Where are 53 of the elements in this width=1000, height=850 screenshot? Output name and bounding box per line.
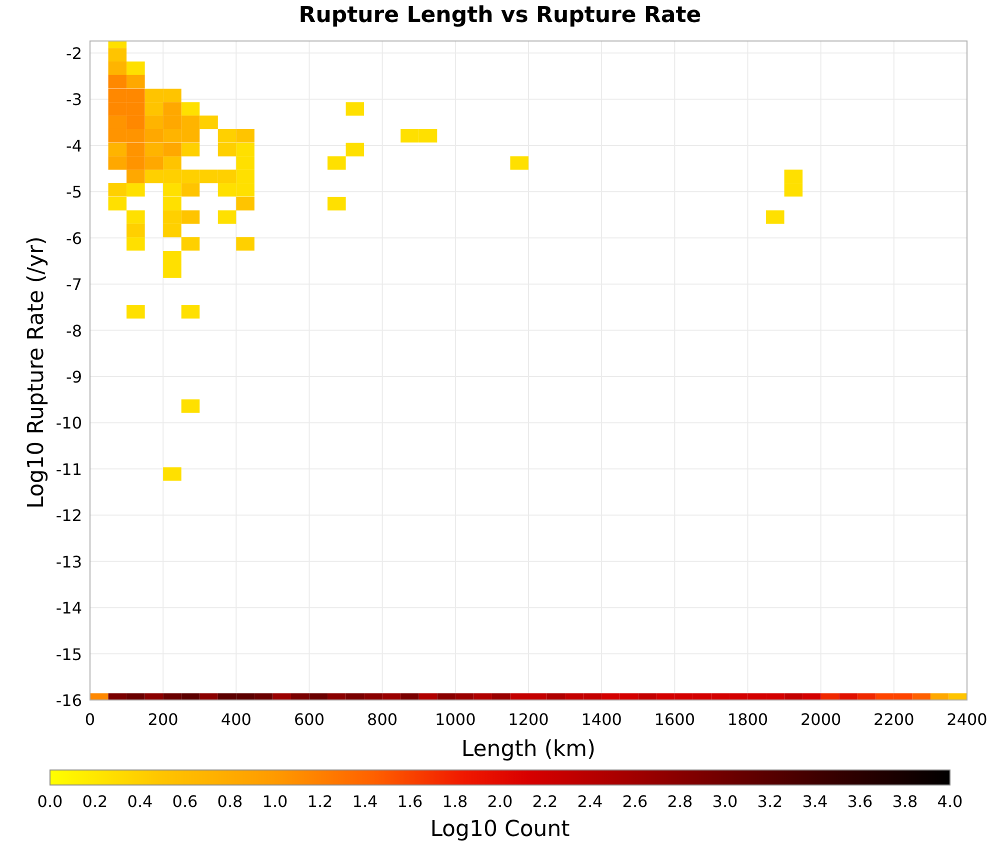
tick-label: -10 [56,414,82,433]
colorbar-tick-label: 1.2 [307,792,333,811]
tick-label: -12 [56,506,82,526]
tick-label: 2200 [874,710,914,729]
colorbar-tick-label: 2.8 [667,792,693,811]
colorbar-title: Log10 Count [430,817,570,842]
tick-label: -13 [56,552,82,572]
tick-label: 2000 [800,710,842,729]
tick-label: 0 [84,710,96,729]
tick-label: -8 [66,321,82,340]
colorbar-tick-label: 0.4 [127,792,153,811]
chart-title: Rupture Length vs Rupture Rate [298,2,702,30]
tick-label: 600 [294,710,325,729]
tick-label: 1200 [508,710,549,729]
colorbar-tick-label: 1.0 [262,792,288,811]
tick-label: -4 [66,136,82,156]
colorbar-tick-label: 4.0 [937,792,963,811]
colorbar-tick-label: 3.0 [712,792,738,811]
tick-label: 1400 [581,710,622,729]
colorbar-tick-label: 0.6 [172,792,198,811]
tick-label: -14 [56,598,82,618]
tick-label: -16 [56,691,82,710]
colorbar-tick-label: 3.2 [757,792,783,811]
tick-label: 800 [367,710,398,729]
tick-label: -11 [56,460,82,479]
colorbar-tick-label: 1.6 [397,792,423,811]
colorbar-tick-label: 2.4 [577,792,603,811]
colorbar-tick-label: 2.2 [532,792,558,811]
colorbar-tick-label: 2.6 [622,792,648,811]
axis-title: Length (km) [461,737,596,762]
tick-label: -3 [66,90,82,110]
tick-label: -9 [66,368,82,386]
colorbar-tick-label: 3.8 [892,792,918,811]
colorbar-tick-label: 1.4 [352,792,378,811]
axis-title: Log10 Rupture Rate (/yr) [24,236,49,509]
tick-label: 2400 [946,710,988,729]
tick-label: 1800 [727,710,768,729]
tick-label: -15 [56,644,82,664]
tick-label: 1000 [435,710,476,729]
colorbar-tick-label: 3.6 [847,792,873,811]
tick-label: -7 [66,275,82,294]
tick-label: -6 [66,228,82,248]
tick-label: 200 [148,710,178,729]
tick-label: 400 [220,710,252,729]
colorbar-tick-label: 2.0 [487,792,513,811]
colorbar-tick-label: 0.2 [82,792,108,811]
tick-label: 1600 [654,710,696,729]
colorbar-tick-label: 3.4 [802,792,828,811]
tick-label: -2 [66,44,82,64]
colorbar-tick-label: 0.0 [37,792,63,811]
colorbar-tick-label: 0.8 [217,792,243,811]
tick-label: -5 [66,182,82,202]
colorbar-tick-label: 1.8 [442,792,468,811]
